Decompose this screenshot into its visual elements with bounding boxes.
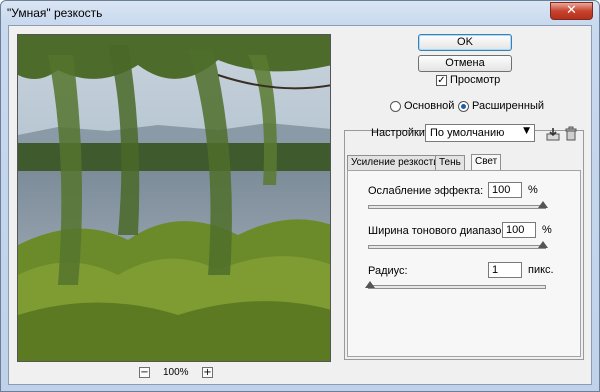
highlight-panel: Ослабление эффекта: 100 % Ширина тоновог…: [347, 170, 581, 357]
radius-label: Радиус:: [368, 265, 408, 277]
save-preset-button[interactable]: [545, 126, 561, 142]
delete-preset-button[interactable]: [563, 126, 579, 142]
radius-slider[interactable]: [365, 281, 546, 289]
radius-input[interactable]: 1: [488, 262, 522, 278]
zoom-controls: − 100% +: [139, 366, 219, 380]
preview-checkbox[interactable]: ✓: [436, 75, 447, 86]
fade-slider[interactable]: [368, 201, 548, 209]
tab-highlight[interactable]: Свет: [471, 154, 502, 171]
mode-basic-radio[interactable]: [390, 101, 401, 112]
settings-dropdown[interactable]: По умолчанию ▼: [425, 124, 535, 142]
save-preset-icon: [546, 128, 560, 141]
tonal-width-slider[interactable]: [368, 241, 548, 249]
tonal-width-slider-thumb[interactable]: [538, 241, 548, 248]
close-icon: ✕: [566, 3, 577, 18]
chevron-down-icon: ▼: [523, 126, 530, 136]
preview-photo: [18, 35, 330, 361]
close-button[interactable]: ✕: [550, 2, 593, 20]
radius-unit: пикс.: [528, 264, 554, 276]
mode-advanced-label: Расширенный: [472, 100, 544, 112]
zoom-out-button[interactable]: −: [139, 367, 150, 378]
minus-icon: −: [140, 367, 149, 378]
trash-icon: [565, 126, 577, 141]
fade-slider-thumb[interactable]: [538, 201, 548, 208]
tonal-width-unit: %: [542, 224, 552, 236]
fade-label: Ослабление эффекта:: [368, 185, 484, 197]
settings-group: Усиление резкости Тень Свет Ослабление э…: [344, 130, 584, 360]
fade-input[interactable]: 100: [488, 182, 522, 198]
fade-unit: %: [528, 184, 538, 196]
tonal-width-label: Ширина тонового диапазона:: [368, 225, 517, 237]
title-bar[interactable]: "Умная" резкость ✕: [1, 1, 599, 25]
preview-image[interactable]: [17, 34, 331, 362]
tab-sharpen[interactable]: Усиление резкости: [347, 155, 443, 170]
smart-sharpen-dialog: "Умная" резкость ✕ − 100% + OK Отмена ✓ …: [0, 0, 600, 392]
settings-value: По умолчанию: [430, 127, 505, 139]
settings-label: Настройки:: [371, 127, 428, 139]
preview-label: Просмотр: [450, 74, 501, 86]
ok-button[interactable]: OK: [418, 34, 512, 51]
tonal-width-input[interactable]: 100: [502, 222, 536, 238]
mode-basic-label: Основной: [404, 100, 455, 112]
zoom-in-button[interactable]: +: [202, 367, 213, 378]
plus-icon: +: [203, 367, 212, 378]
radius-slider-thumb[interactable]: [365, 281, 375, 288]
mode-advanced-radio[interactable]: [458, 101, 469, 112]
cancel-button[interactable]: Отмена: [418, 55, 512, 72]
zoom-level: 100%: [163, 367, 189, 378]
tab-shadow[interactable]: Тень: [435, 155, 465, 170]
dialog-body: − 100% + OK Отмена ✓ Просмотр Основной Р…: [8, 25, 592, 385]
dialog-title: "Умная" резкость: [7, 6, 103, 20]
